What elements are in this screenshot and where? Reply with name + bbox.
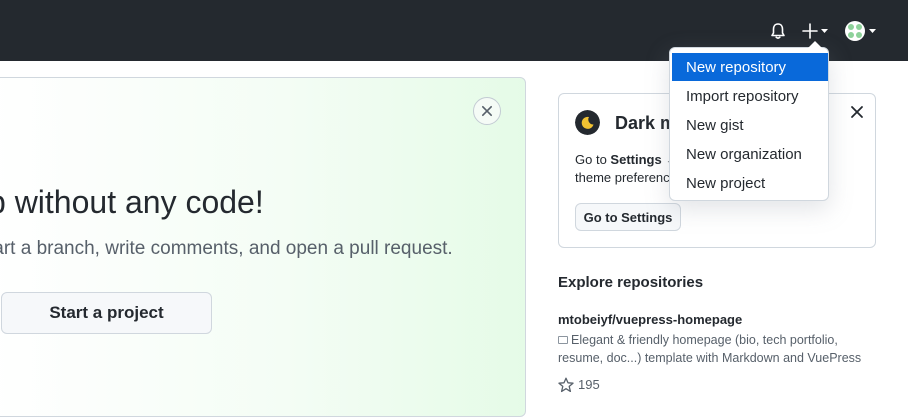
dark-mode-instructions-line2: theme preference [575, 170, 677, 185]
close-icon[interactable] [848, 103, 866, 121]
close-icon[interactable] [473, 97, 501, 125]
star-count[interactable]: 195 [578, 377, 600, 392]
plus-icon[interactable] [800, 21, 832, 41]
avatar[interactable] [844, 20, 878, 42]
menu-item-new-organization[interactable]: New organization [672, 140, 828, 168]
laptop-icon [558, 336, 568, 344]
hero-subtitle: tart a branch, write comments, and open … [0, 238, 453, 259]
bell-icon[interactable] [769, 22, 787, 40]
start-project-button[interactable]: Start a project [1, 292, 212, 334]
menu-item-new-repository[interactable]: New repository [672, 53, 828, 81]
moon-icon [575, 110, 600, 135]
star-icon[interactable] [558, 377, 574, 393]
go-to-settings-button[interactable]: Go to Settings [575, 203, 681, 231]
dark-mode-title: Dark m [615, 113, 677, 133]
repo-link[interactable]: mtobeiyf/vuepress-homepage [558, 312, 742, 327]
dropdown-caret [808, 41, 822, 48]
menu-item-new-project[interactable]: New project [672, 169, 828, 197]
repo-description: Elegant & friendly homepage (bio, tech p… [558, 333, 862, 365]
settings-link[interactable]: Settings [610, 152, 661, 167]
hero-title: p without any code! [0, 184, 264, 220]
dark-mode-instructions: Go to Settings → [575, 152, 678, 167]
menu-item-import-repository[interactable]: Import repository [672, 82, 828, 110]
explore-title: Explore repositories [558, 274, 704, 291]
menu-item-new-gist[interactable]: New gist [672, 111, 828, 139]
